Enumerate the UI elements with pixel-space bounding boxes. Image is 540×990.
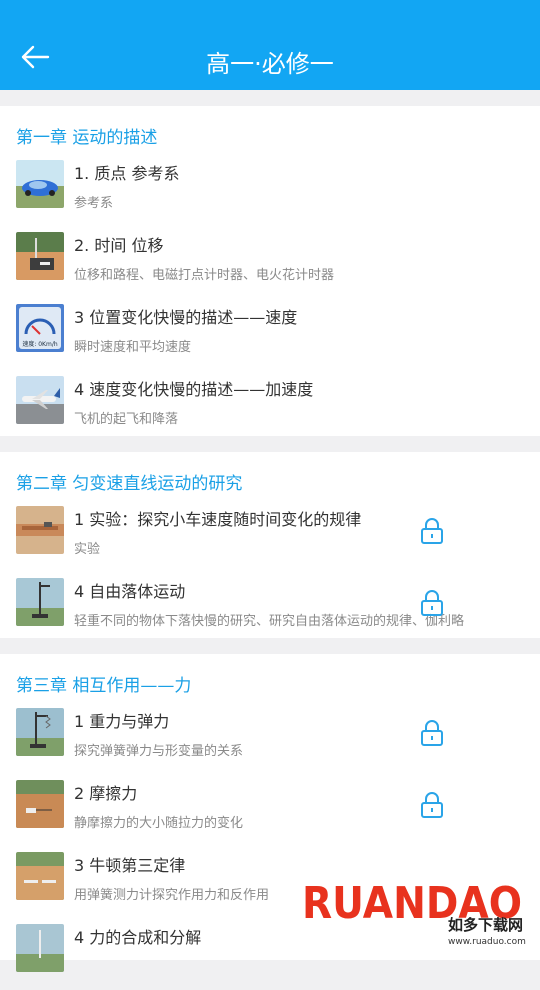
watermark-cn: 如多下载网 — [448, 916, 523, 934]
lesson-title: 1 重力与弹力 — [74, 712, 170, 731]
lesson-subtitle: 探究弹簧弹力与形变量的关系 — [74, 744, 244, 759]
race-car-icon — [16, 160, 64, 208]
timer-apparatus-icon — [16, 232, 64, 280]
stand-icon — [16, 578, 64, 626]
lesson-subtitle: 瞬时速度和平均速度 — [74, 340, 192, 355]
chapter-title: 第二章 匀变速直线运动的研究 — [16, 474, 243, 494]
lock-icon — [421, 590, 443, 616]
page-title: 高一·必修一 — [206, 50, 334, 78]
lesson-title: 1 实验：探究小车速度随时间变化的规律 — [74, 510, 362, 529]
lesson-title: 3 位置变化快慢的描述——速度 — [74, 308, 298, 327]
spring-scale-icon — [16, 852, 64, 900]
chapter-title: 第三章 相互作用——力 — [16, 676, 192, 696]
chapter-title: 第一章 运动的描述 — [16, 128, 158, 148]
lesson-item[interactable]: 1 实验：探究小车速度随时间变化的规律 实验 — [0, 506, 540, 572]
lesson-subtitle: 轻重不同的物体下落快慢的研究、研究自由落体运动的规律、伽利略 — [74, 614, 465, 629]
cart-track-icon — [16, 506, 64, 554]
lesson-subtitle: 静摩擦力的大小随拉力的变化 — [74, 816, 244, 831]
lesson-subtitle: 位移和路程、电磁打点计时器、电火花计时器 — [74, 268, 335, 283]
lesson-title: 1. 质点 参考系 — [74, 164, 180, 183]
airplane-icon — [16, 376, 64, 424]
lesson-item[interactable]: 2. 时间 位移 位移和路程、电磁打点计时器、电火花计时器 — [0, 232, 540, 298]
lock-icon — [421, 792, 443, 818]
lesson-subtitle: 实验 — [74, 542, 101, 557]
lesson-subtitle: 参考系 — [74, 196, 114, 211]
lesson-title: 3 牛顿第三定律 — [74, 856, 186, 875]
block-table-icon — [16, 780, 64, 828]
lesson-subtitle: 飞机的起飞和降落 — [74, 412, 179, 427]
app-header: 高一·必修一 — [0, 0, 540, 90]
lesson-title: 4 速度变化快慢的描述——加速度 — [74, 380, 314, 399]
lesson-title: 2. 时间 位移 — [74, 236, 164, 255]
lock-icon — [421, 720, 443, 746]
spring-stand-icon — [16, 708, 64, 756]
lesson-item[interactable]: 4 自由落体运动 轻重不同的物体下落快慢的研究、研究自由落体运动的规律、伽利略 — [0, 578, 540, 644]
force-board-icon — [16, 924, 64, 972]
lesson-item[interactable]: 速度: 0Km/h 3 位置变化快慢的描述——速度 瞬时速度和平均速度 — [0, 304, 540, 370]
speedometer-icon: 速度: 0Km/h — [16, 304, 64, 352]
lesson-title: 2 摩擦力 — [74, 784, 138, 803]
lesson-item[interactable]: 1 重力与弹力 探究弹簧弹力与形变量的关系 — [0, 708, 540, 774]
speedometer-readout: 速度: 0Km/h — [22, 340, 58, 348]
chapter-section-1: 第一章 运动的描述 1. 质点 参考系 参考系 2. 时间 位移 位移和路程、电… — [0, 106, 540, 436]
watermark-url: www.ruaduo.com — [448, 937, 526, 947]
chapter-section-2: 第二章 匀变速直线运动的研究 1 实验：探究小车速度随时间变化的规律 实验 4 … — [0, 452, 540, 638]
lock-icon — [421, 518, 443, 544]
lesson-title: 4 力的合成和分解 — [74, 928, 202, 947]
lesson-item[interactable]: 1. 质点 参考系 参考系 — [0, 160, 540, 226]
lesson-item[interactable]: 4 速度变化快慢的描述——加速度 飞机的起飞和降落 — [0, 376, 540, 442]
lesson-item[interactable]: 2 摩擦力 静摩擦力的大小随拉力的变化 — [0, 780, 540, 846]
lesson-title: 4 自由落体运动 — [74, 582, 186, 601]
watermark-logo: RUANDAO 如多下载网 www.ruaduo.com — [300, 866, 526, 952]
